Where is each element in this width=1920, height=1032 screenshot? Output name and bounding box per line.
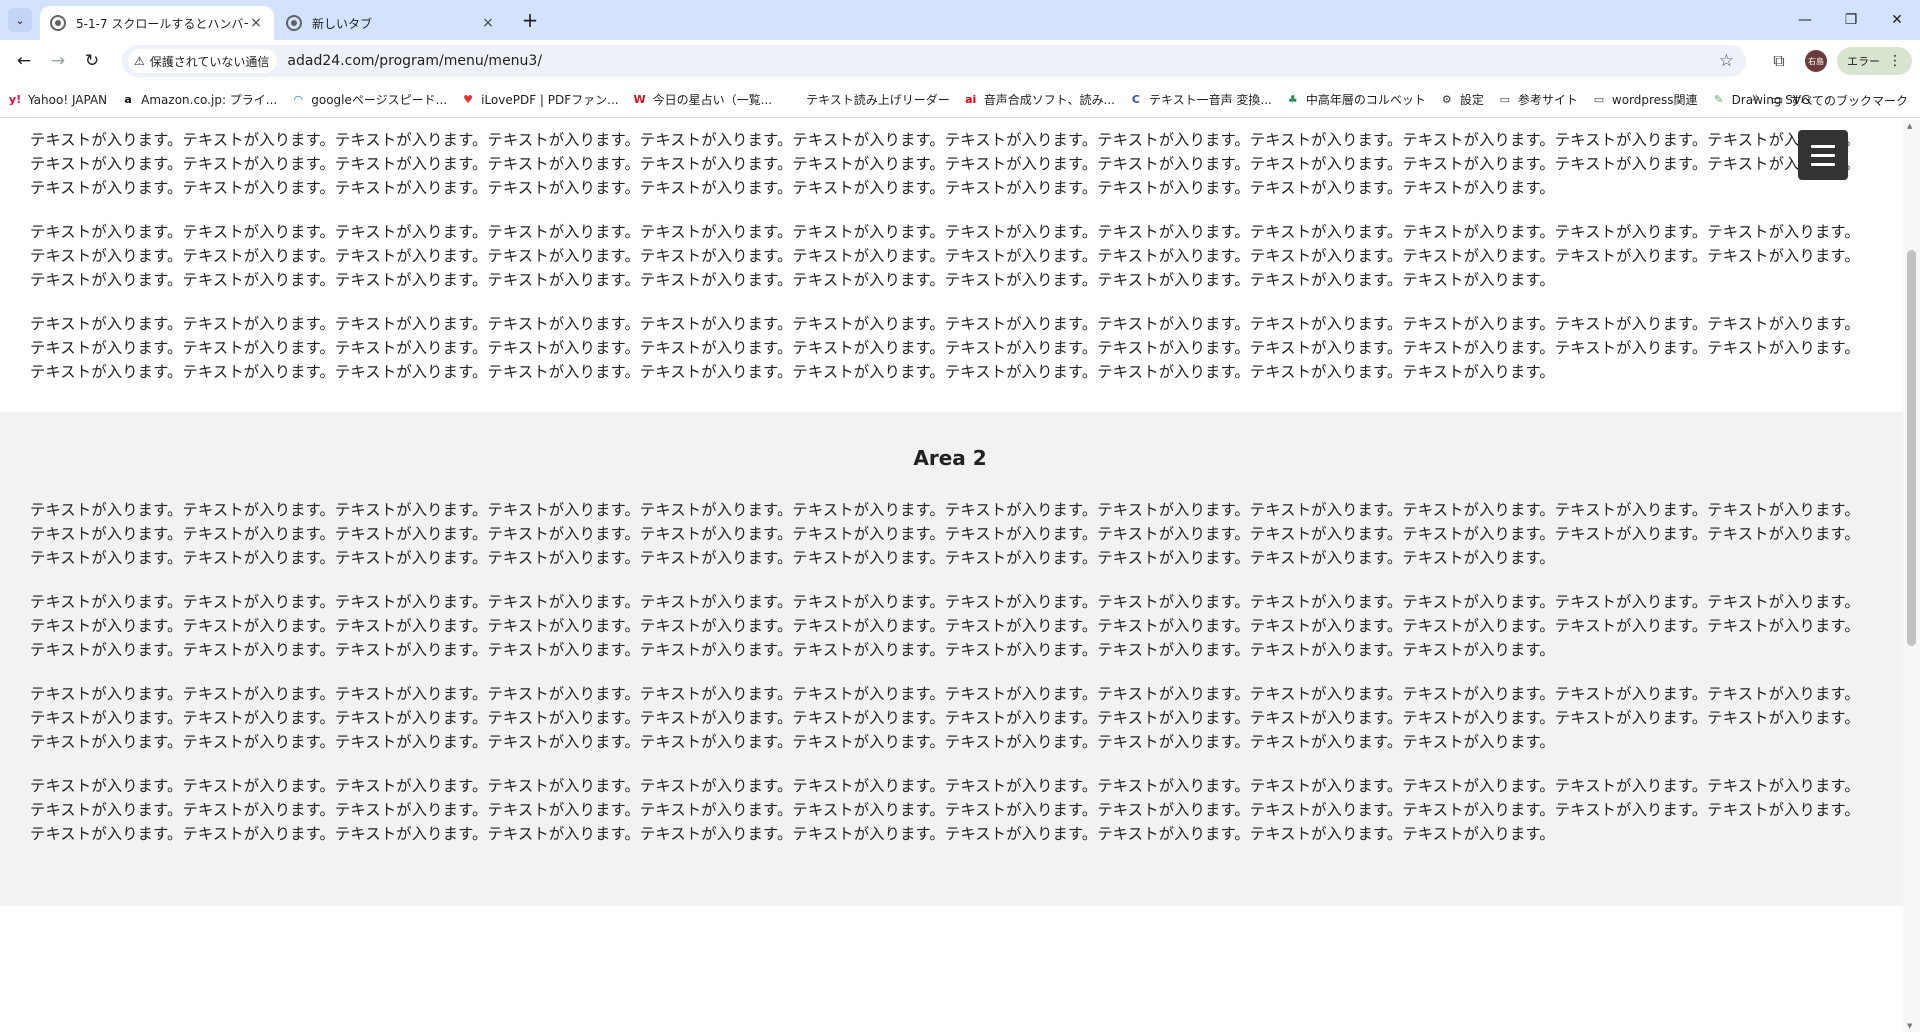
bookmark-favicon-icon: a	[124, 93, 132, 106]
bookmark-label: googleページスピード...	[311, 93, 448, 107]
bookmarks-bar: y! Yahoo! JAPAN a Amazon.co.jp: プライ... ◠ goog…	[0, 82, 1920, 118]
bookmark-item[interactable]: ▭ 参考サイト	[1498, 91, 1578, 108]
bookmark-item[interactable]: ⚙ 設定	[1440, 91, 1484, 108]
window-controls: — ❐ ✕	[1782, 0, 1920, 40]
all-bookmarks-label: すべてのブックマーク	[1789, 93, 1908, 108]
body-paragraph: テキストが入ります。テキストが入ります。テキストが入ります。テキストが入ります。…	[30, 223, 1860, 289]
bookmark-item[interactable]: a Amazon.co.jp: プライ...	[121, 91, 277, 108]
new-tab-button[interactable]: +	[518, 9, 542, 33]
bookmark-label: テキスト一音声 変換...	[1148, 93, 1272, 107]
tab-new-tab[interactable]: 新しいタブ ×	[276, 6, 506, 40]
bookmark-favicon-icon: ai	[965, 93, 977, 106]
minimize-button[interactable]: —	[1782, 0, 1828, 40]
bookmark-favicon-icon: ♥	[463, 93, 474, 106]
body-paragraph: テキストが入ります。テキストが入ります。テキストが入ります。テキストが入ります。…	[30, 315, 1860, 381]
page-scrollbar[interactable]: ▲ ▼	[1903, 120, 1920, 1032]
folder-icon: ▭	[1771, 92, 1784, 108]
bookmark-label: 設定	[1459, 93, 1484, 107]
scroll-down-arrow-icon[interactable]: ▼	[1907, 1022, 1912, 1030]
bookmark-favicon-icon: ⚙	[1441, 93, 1452, 106]
avatar[interactable]: 右島	[1805, 50, 1827, 72]
bookmark-item[interactable]: ▭ wordpress関連	[1592, 91, 1698, 108]
bookmark-item[interactable]: C テキスト一音声 変換...	[1129, 91, 1272, 108]
scroll-up-arrow-icon[interactable]: ▲	[1907, 122, 1912, 130]
bookmarks-overflow-icon[interactable]: »	[1751, 90, 1760, 106]
bookmark-item[interactable]: ai 音声合成ソフト、読み...	[964, 91, 1115, 108]
bookmark-item[interactable]: y! Yahoo! JAPAN	[8, 93, 107, 107]
bookmark-favicon-icon: ▭	[1593, 93, 1605, 106]
hamburger-line	[1811, 144, 1835, 148]
bookmark-favicon-icon: ✎	[1713, 93, 1724, 106]
globe-icon	[286, 15, 302, 31]
bookmark-item[interactable]: W 今日の星占い（一覧...	[633, 91, 773, 108]
tab-search-button[interactable]: ⌄	[8, 8, 32, 32]
toolbar-right: ⧉ 右島 エラー ⋮	[1763, 45, 1912, 77]
page-viewport: テキストが入ります。テキストが入ります。テキストが入ります。テキストが入ります。…	[0, 120, 1920, 1032]
body-paragraph: テキストが入ります。テキストが入ります。テキストが入ります。テキストが入ります。…	[30, 777, 1860, 843]
all-bookmarks-button[interactable]: ▭ すべてのブックマーク	[1771, 82, 1908, 118]
body-paragraph: テキストが入ります。テキストが入ります。テキストが入ります。テキストが入ります。…	[30, 501, 1860, 567]
hamburger-line	[1811, 153, 1835, 157]
url-text[interactable]: adad24.com/program/menu/menu3/	[287, 53, 542, 69]
bookmark-item[interactable]: ♣ 中高年層のコルベット	[1286, 91, 1426, 108]
forward-button[interactable]: →	[42, 45, 74, 77]
bookmark-favicon-icon: ▭	[1499, 93, 1511, 106]
bookmark-label: iLovePDF | PDFファン...	[481, 93, 619, 107]
close-window-button[interactable]: ✕	[1874, 0, 1920, 40]
tab-close-icon[interactable]: ×	[248, 15, 264, 31]
bookmark-item[interactable]: ◠ googleページスピード...	[291, 91, 447, 108]
tab-active[interactable]: 5-1-7 スクロールするとハンバーガーメ ×	[40, 6, 274, 40]
bookmark-favicon-icon: y!	[8, 93, 22, 106]
bookmark-label: Yahoo! JAPAN	[28, 92, 108, 107]
tab-title: 5-1-7 スクロールするとハンバーガーメ	[76, 16, 248, 31]
restore-button[interactable]: ❐	[1828, 0, 1874, 40]
chevron-down-icon: ⌄	[15, 13, 25, 27]
hamburger-menu-button[interactable]	[1798, 130, 1848, 180]
bookmark-label: 中高年層のコルベット	[1305, 93, 1426, 107]
body-paragraph: テキストが入ります。テキストが入ります。テキストが入ります。テキストが入ります。…	[30, 131, 1860, 197]
body-paragraph: テキストが入ります。テキストが入ります。テキストが入ります。テキストが入ります。…	[30, 593, 1860, 659]
tab-close-icon[interactable]: ×	[480, 15, 496, 31]
bookmark-list: y! Yahoo! JAPAN a Amazon.co.jp: プライ... ◠ goog…	[8, 91, 1824, 108]
section-title: Area 2	[913, 446, 987, 470]
bookmark-favicon-icon	[786, 93, 800, 107]
bookmark-label: テキスト読み上げリーダー	[806, 93, 950, 107]
bookmark-item[interactable]: テキスト読み上げリーダー	[786, 91, 950, 108]
security-label: 保護されていない通信	[149, 54, 270, 69]
bookmark-label: Amazon.co.jp: プライ...	[141, 93, 278, 107]
bookmark-favicon-icon: ♣	[1287, 93, 1298, 106]
error-button[interactable]: エラー ⋮	[1837, 47, 1912, 75]
bookmark-favicon-icon: C	[1131, 93, 1140, 106]
browser-toolbar: ← → ↻ ⚠ 保護されていない通信 adad24.com/program/me…	[0, 40, 1920, 82]
hamburger-line	[1811, 162, 1835, 166]
bookmark-star-icon[interactable]: ☆	[1719, 51, 1734, 71]
bookmark-label: 参考サイト	[1517, 93, 1578, 107]
arrow-left-icon: ←	[16, 51, 32, 71]
back-button[interactable]: ←	[8, 45, 40, 77]
reload-button[interactable]: ↻	[76, 45, 108, 77]
extensions-icon[interactable]: ⧉	[1763, 45, 1795, 77]
error-label: エラー	[1847, 55, 1880, 68]
body-paragraph: テキストが入ります。テキストが入ります。テキストが入ります。テキストが入ります。…	[30, 685, 1860, 751]
tab-strip: ⌄ 5-1-7 スクロールするとハンバーガーメ × 新しいタブ × + — ❐ …	[0, 0, 1920, 40]
kebab-menu-icon: ⋮	[1888, 53, 1902, 69]
bookmark-label: 音声合成ソフト、読み...	[983, 93, 1115, 107]
reload-icon: ↻	[84, 51, 100, 71]
warning-icon: ⚠	[134, 54, 145, 68]
area-2: Area 2 テキストが入ります。テキストが入ります。テキストが入ります。テキス…	[0, 412, 1920, 906]
security-indicator[interactable]: ⚠ 保護されていない通信	[128, 49, 278, 73]
bookmark-label: wordpress関連	[1611, 93, 1698, 107]
globe-icon	[50, 15, 66, 31]
arrow-right-icon: →	[50, 51, 66, 71]
bookmark-favicon-icon: ◠	[294, 93, 303, 106]
bookmark-favicon-icon: W	[633, 93, 646, 106]
tab-title: 新しいタブ	[312, 16, 373, 31]
bookmark-label: 今日の星占い（一覧...	[652, 93, 773, 107]
bookmark-item[interactable]: ♥ iLovePDF | PDFファン...	[461, 91, 619, 108]
scrollbar-thumb[interactable]	[1907, 250, 1916, 646]
area-1: テキストが入ります。テキストが入ります。テキストが入ります。テキストが入ります。…	[0, 120, 1920, 412]
address-bar[interactable]: ⚠ 保護されていない通信 adad24.com/program/menu/men…	[122, 45, 1746, 77]
